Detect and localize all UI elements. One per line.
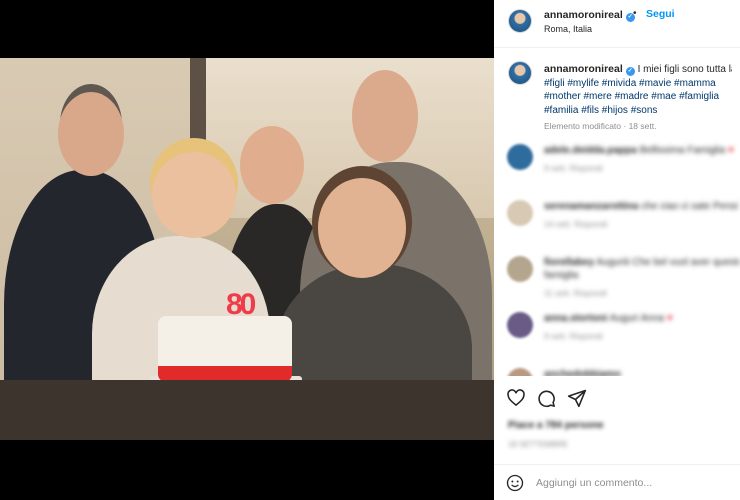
- commenter-username[interactable]: anna.stortoni: [544, 313, 607, 324]
- commenter-avatar[interactable]: [507, 199, 533, 226]
- comment-item: anchedobbiamo: [494, 358, 740, 377]
- caption-author-avatar[interactable]: [508, 61, 532, 85]
- comment-meta[interactable]: 9 sett. Rispondi: [544, 331, 740, 341]
- comment-text-line: adele.deidda.pappa Bellissima Famiglia ♥: [544, 144, 740, 157]
- photo-floor: [0, 380, 494, 440]
- comment-text: Auguri Anna: [609, 312, 665, 324]
- author-avatar[interactable]: [508, 9, 532, 33]
- comments-list[interactable]: annamoronireal ✓ I miei figli sono tutta …: [494, 49, 740, 376]
- comment-text-line: serenamanzarottina che ciao ci sate Pens…: [544, 200, 740, 213]
- photo-birthday-cake: [158, 316, 292, 382]
- photo-candles: 80: [226, 288, 256, 321]
- comment-meta[interactable]: 9 sett. Rispondi: [544, 163, 740, 173]
- post-location[interactable]: Roma, Italia: [544, 24, 592, 34]
- comment-icon[interactable]: [536, 388, 556, 408]
- comment-item: serenamanzarottina che ciao ci sate Pens…: [494, 190, 740, 246]
- commenter-avatar[interactable]: [507, 143, 533, 170]
- commenter-avatar[interactable]: [507, 255, 533, 282]
- photo-person-center-head: [240, 126, 304, 204]
- comment-text-continued: famiglia: [544, 269, 579, 281]
- commenter-username[interactable]: fiorellabey: [544, 257, 594, 268]
- emoji-icon[interactable]: [506, 474, 524, 492]
- author-username[interactable]: annamoronireal ✓: [544, 9, 635, 22]
- comment-item: anna.stortoni Auguri Anna ♥ 9 sett. Rispo…: [494, 302, 740, 358]
- post-sidebar: annamoronireal ✓ • Segui Roma, Italia ann…: [494, 0, 740, 500]
- caption-verified-icon: ✓: [625, 67, 635, 76]
- caption-username[interactable]: annamoronireal ✓: [544, 63, 635, 76]
- add-comment-bar: Aggiungi un commento...: [494, 464, 740, 500]
- comment-text: Bellissima Famiglia: [639, 144, 726, 156]
- comment-meta[interactable]: 11 sett. Rispondi: [544, 288, 740, 298]
- comment-meta[interactable]: 14 sett. Rispondi: [544, 219, 740, 229]
- caption-text-line: annamoronireal ✓ I miei figli sono tutta …: [544, 63, 732, 77]
- comment-heart-emoji: ♥: [727, 144, 734, 156]
- commenter-avatar[interactable]: [507, 311, 533, 338]
- likes-count[interactable]: Piace a 784 persone: [508, 420, 604, 431]
- comment-item: adele.deidda.pappa Bellissima Famiglia ♥…: [494, 134, 740, 190]
- commenter-username[interactable]: serenamanzarottina: [544, 201, 638, 212]
- follow-button[interactable]: Segui: [646, 8, 675, 20]
- comment-text-line: anna.stortoni Auguri Anna ♥: [544, 312, 740, 325]
- post-photo[interactable]: 80: [0, 58, 494, 440]
- caption-hashtags[interactable]: #figli #mylife #mivida #mavie #mamma #mo…: [544, 77, 732, 118]
- comment-heart-emoji: ♥: [666, 312, 673, 324]
- commenter-username[interactable]: anchedobbiamo: [544, 369, 621, 377]
- comment-text: Auguriii Che bel vuol aver questo: [596, 256, 740, 268]
- heart-icon[interactable]: [506, 388, 526, 408]
- caption-text: I miei figli sono tutta la: [637, 64, 732, 75]
- comment-item: fiorellabey Auguriii Che bel vuol aver q…: [494, 246, 740, 302]
- photo-person-left-head: [58, 92, 124, 176]
- add-comment-input[interactable]: Aggiungi un commento...: [536, 477, 652, 489]
- photo-person-right-head: [352, 70, 418, 162]
- comment-text-line: fiorellabey Auguriii Che bel vuol aver q…: [544, 256, 740, 269]
- comment-text-line: anchedobbiamo: [544, 368, 740, 377]
- caption-meta: Elemento modificato · 18 sett.: [544, 121, 657, 131]
- comment-text: che ciao ci sate Pensi: [641, 200, 738, 212]
- post-media-panel: 80: [0, 0, 494, 500]
- post-header: annamoronireal ✓ • Segui Roma, Italia: [494, 0, 740, 48]
- share-icon[interactable]: [567, 388, 587, 408]
- photo-person-woman-left-head: [152, 152, 236, 238]
- post-date: 18 SETTEMBRE: [508, 440, 569, 449]
- post-caption: annamoronireal ✓ I miei figli sono tutta …: [494, 49, 740, 134]
- comment-thread: adele.deidda.pappa Bellissima Famiglia ♥…: [494, 134, 740, 377]
- commenter-username[interactable]: adele.deidda.pappa: [544, 145, 637, 156]
- commenter-avatar[interactable]: [507, 367, 533, 376]
- header-dot-separator: •: [633, 8, 637, 19]
- post-actions: [494, 386, 740, 412]
- photo-person-woman-right-head: [318, 178, 406, 278]
